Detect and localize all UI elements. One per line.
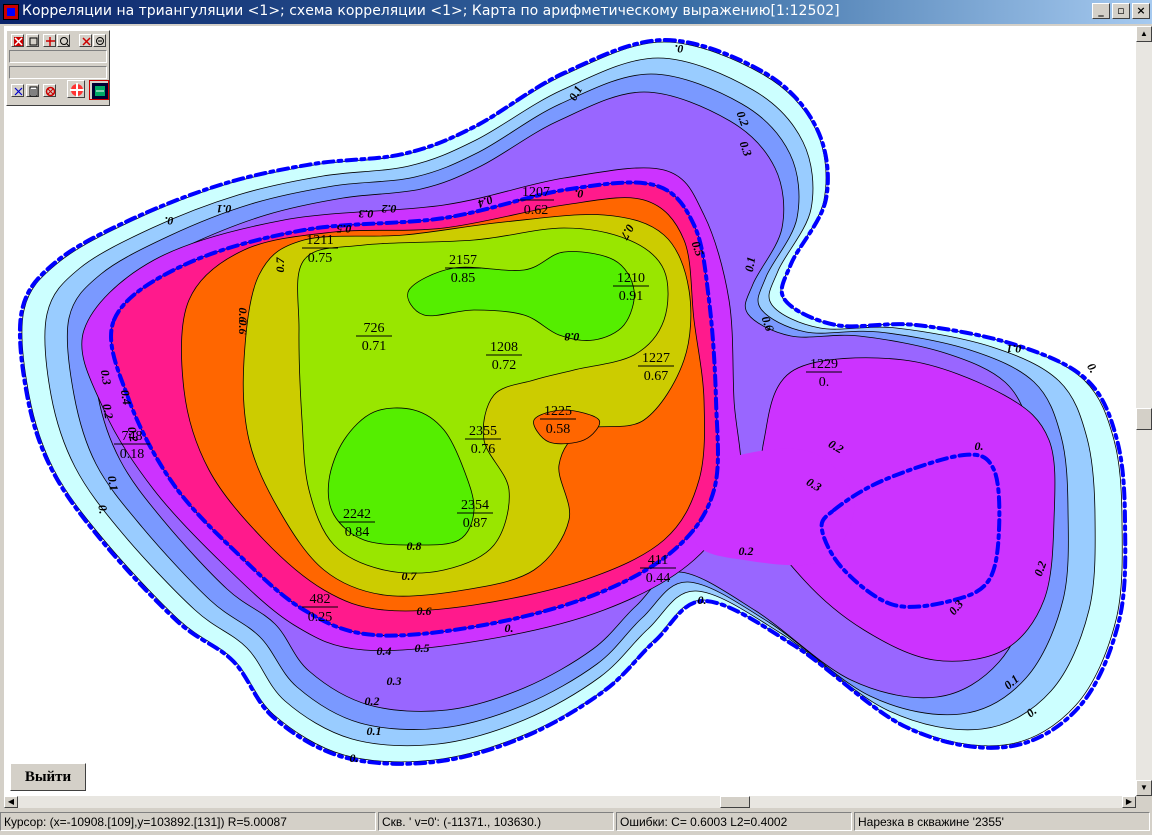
contour-label: 0.2: [739, 544, 754, 558]
contour-label: 0.2: [100, 403, 116, 420]
app-icon[interactable]: [3, 4, 19, 20]
vertical-scrollbar[interactable]: ▲ ▼: [1136, 26, 1152, 796]
contour-label: 0.7: [402, 569, 418, 583]
contour-label: 0.1: [742, 256, 758, 273]
status-errors: Ошибки: C= 0.6003 L2=0.4002: [616, 812, 852, 831]
close-button[interactable]: ×: [1132, 3, 1150, 19]
contour-label: 0.1: [217, 202, 232, 216]
window-title: Корреляции на триангуляции <1>; схема ко…: [22, 3, 840, 19]
contour-map[interactable]: 0.0.10.20.30.20.30.40.50.10.0.70.0.50.10…: [4, 26, 1136, 796]
well-value: 0.87: [463, 516, 488, 531]
tool-field-1[interactable]: [9, 50, 107, 63]
well-name: 1207: [522, 185, 550, 200]
scroll-left-arrow-icon[interactable]: ◀: [4, 796, 18, 808]
well-name: 482: [310, 592, 331, 607]
contour-label: 0.: [505, 621, 514, 635]
well-name: 2242: [343, 507, 371, 522]
contour-label: 0.5: [337, 222, 352, 236]
close-red-icon[interactable]: [11, 34, 24, 47]
contour-fills: [21, 41, 1123, 763]
well-value: 0.58: [546, 422, 571, 437]
close-icon[interactable]: [11, 84, 24, 97]
zoom-in-icon[interactable]: [57, 34, 70, 47]
well-value: 0.25: [308, 610, 333, 625]
well-value: 0.76: [471, 442, 496, 457]
horizontal-scrollbar[interactable]: ◀ ▶: [4, 796, 1136, 808]
well-value: 0.71: [362, 339, 387, 354]
window-controls: _ ▫ ×: [1092, 3, 1150, 19]
contour-label: 0.2: [365, 694, 380, 708]
contour-label: 0.1: [1007, 342, 1022, 356]
contour-label: 0.: [165, 214, 174, 228]
contour-label: 0.4: [377, 644, 392, 658]
contour-label: 0.: [1084, 361, 1101, 376]
contour-label: 0.8: [407, 539, 422, 553]
contour-label: 0.6: [236, 320, 250, 335]
well-name: 1227: [642, 351, 670, 366]
contour-label: 0.8: [565, 330, 580, 344]
well-value: 0.85: [451, 271, 476, 286]
well-name: 1211: [306, 233, 333, 248]
well-value: 0.75: [308, 251, 333, 266]
well-name: 1229: [810, 357, 838, 372]
well-name: 411: [648, 553, 668, 568]
map-view-icon[interactable]: [89, 80, 109, 100]
contour-label: 0.: [975, 439, 984, 453]
contour-label: 0.: [575, 187, 584, 201]
list-icon[interactable]: [26, 84, 39, 97]
well-value: 0.72: [492, 358, 517, 373]
scroll-up-arrow-icon[interactable]: ▲: [1136, 26, 1152, 42]
contour-label: 0.2: [382, 202, 397, 216]
well-name: 2157: [449, 253, 477, 268]
well-name: 2354: [461, 498, 489, 513]
stop-icon[interactable]: [43, 84, 56, 97]
status-bar: Курсор: (x=-10908.[109],y=103892.[131]) …: [0, 810, 1152, 835]
well-name: 1225: [544, 404, 572, 419]
contour-label: 0.: [350, 751, 359, 765]
map-canvas[interactable]: 0. 0.1 0.2 0.3 0.2 0.3 0.4 0.5 0.1 0. 0.7 0. 0.5 0.1 0…: [4, 26, 1136, 796]
contour-label: 0.: [698, 593, 707, 607]
well-value: 0.67: [644, 369, 669, 384]
well-name: 2355: [469, 424, 497, 439]
contour-label: 0.1: [367, 724, 382, 738]
well-value: 0.62: [524, 203, 549, 218]
horizontal-scroll-thumb[interactable]: [720, 796, 750, 808]
contour-label: 0.3: [98, 369, 114, 386]
scroll-right-arrow-icon[interactable]: ▶: [1122, 796, 1136, 808]
zoom-out-icon[interactable]: [93, 34, 106, 47]
well-value: 0.91: [619, 289, 644, 304]
well-value: 0.: [819, 375, 830, 390]
status-well: Скв. ' v=0': (-11371., 103630.): [378, 812, 614, 831]
status-cursor: Курсор: (x=-10908.[109],y=103892.[131]) …: [0, 812, 376, 831]
well-name: 748: [122, 429, 143, 444]
contour-label: 0.3: [387, 674, 402, 688]
minimize-button[interactable]: _: [1092, 3, 1110, 19]
status-slice: Нарезка в скважине '2355': [854, 812, 1150, 831]
contour-label: 0.1: [105, 475, 121, 492]
well-name: 1208: [490, 340, 518, 355]
well-value: 0.18: [120, 447, 145, 462]
well-name: 1210: [617, 271, 645, 286]
well-value: 0.84: [345, 525, 370, 540]
contour-label: 0.4: [118, 389, 134, 406]
contour-label: 0.5: [415, 641, 430, 655]
crosshair-icon[interactable]: [67, 80, 85, 98]
tool-palette: [6, 30, 110, 106]
tool-field-2[interactable]: [9, 66, 107, 79]
exit-button[interactable]: Выйти: [10, 763, 86, 791]
contour-label: 0.: [675, 42, 684, 56]
pan-icon[interactable]: [43, 34, 56, 47]
contour-label: 0.3: [359, 207, 374, 221]
title-bar: Корреляции на триангуляции <1>; схема ко…: [0, 0, 1152, 24]
contour-label: 0.6: [417, 604, 432, 618]
vertical-scroll-thumb[interactable]: [1136, 408, 1152, 430]
cancel-zoom-icon[interactable]: [79, 34, 92, 47]
contour-label: 0.7: [273, 257, 287, 273]
well-name: 726: [364, 321, 385, 336]
well-value: 0.44: [646, 571, 671, 586]
restore-button[interactable]: ▫: [1112, 3, 1130, 19]
scroll-down-arrow-icon[interactable]: ▼: [1136, 780, 1152, 796]
frame-icon[interactable]: [26, 34, 39, 47]
